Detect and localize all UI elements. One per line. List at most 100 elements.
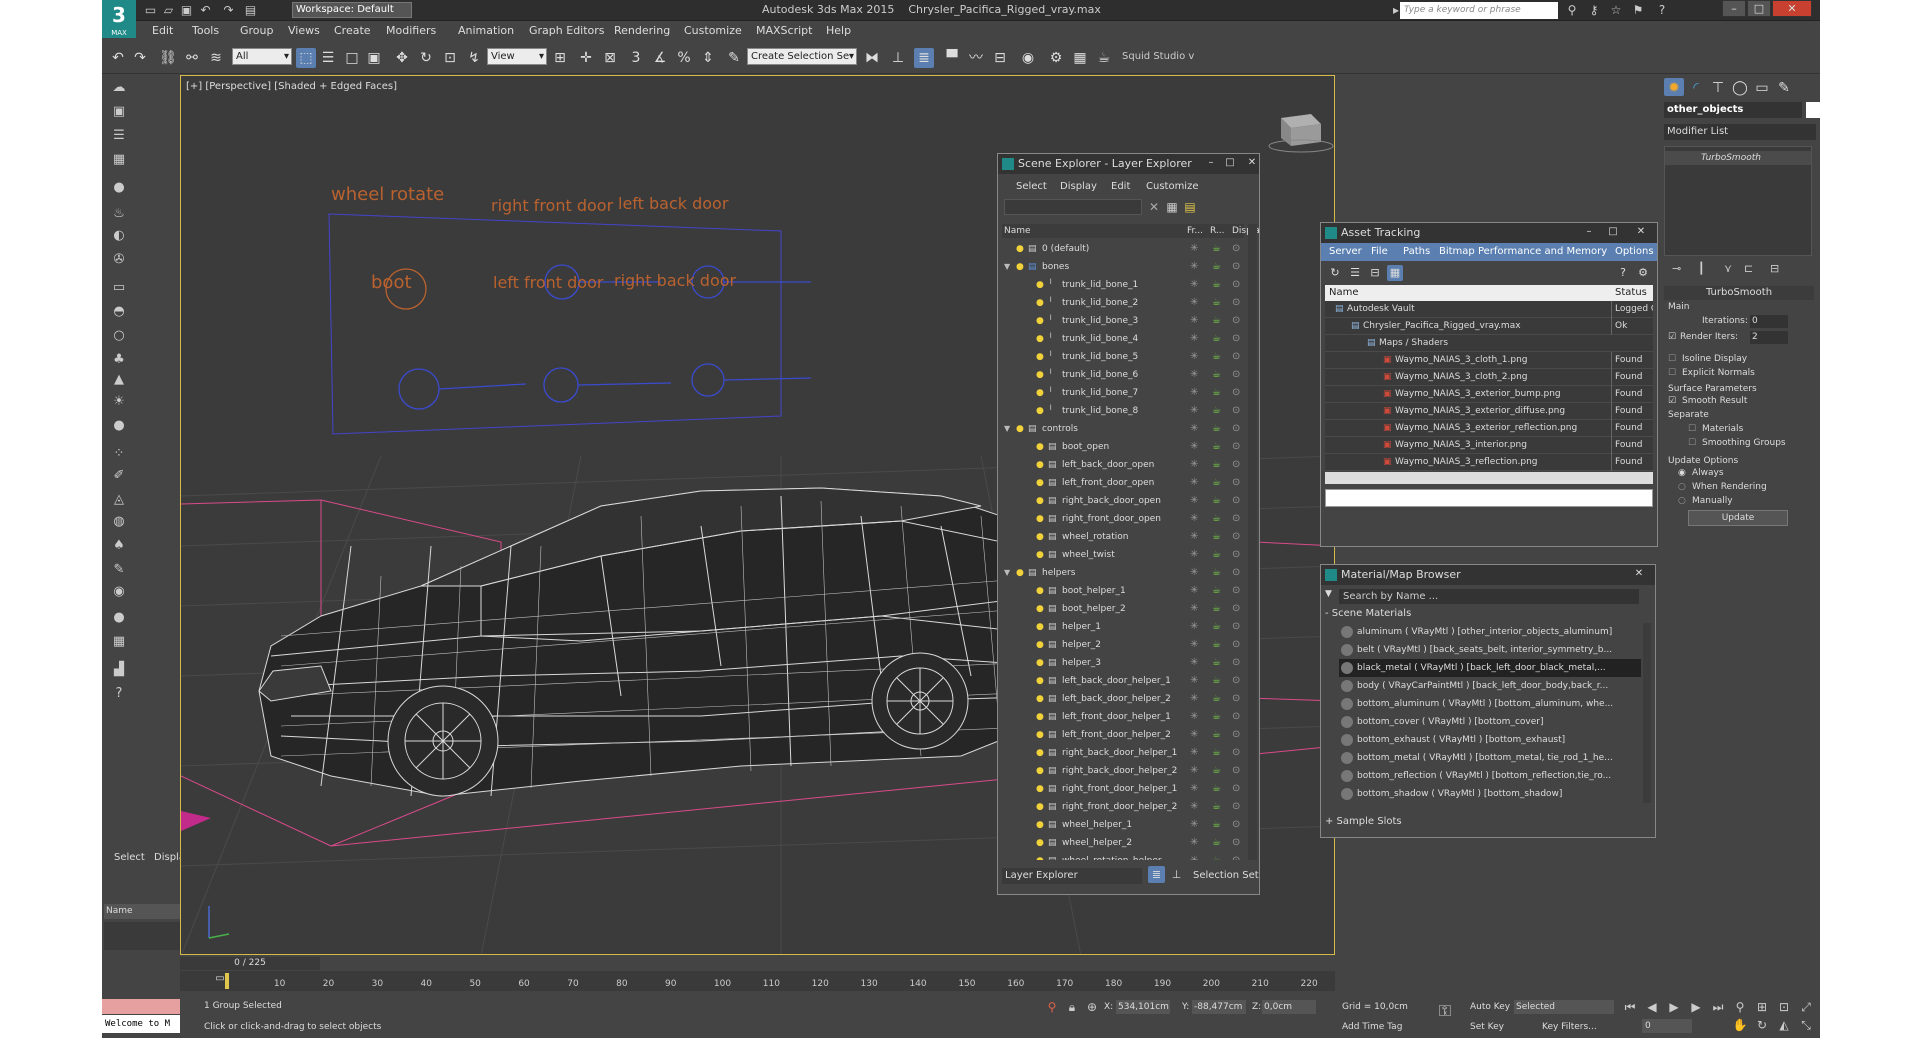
renderable-icon[interactable]: ☕ bbox=[1212, 330, 1221, 348]
display-icon[interactable]: ⊙ bbox=[1232, 240, 1240, 258]
hierarchy-tab-icon[interactable]: ⊤ bbox=[1708, 78, 1728, 96]
object-name-field[interactable]: other_objects bbox=[1664, 102, 1802, 118]
light-bulb-icon[interactable]: ● bbox=[1036, 348, 1044, 366]
maximize-button[interactable]: □ bbox=[1747, 0, 1771, 17]
renderable-icon[interactable]: ☕ bbox=[1212, 582, 1221, 600]
link-icon[interactable]: ⛓ bbox=[158, 48, 178, 68]
save-icon[interactable]: ▣ bbox=[178, 2, 195, 18]
freeze-icon[interactable]: ✳ bbox=[1190, 636, 1198, 654]
display-icon[interactable]: ⊙ bbox=[1232, 366, 1240, 384]
at-row[interactable]: ▣ Waymo_NAIAS_3_exterior_bump.png Found bbox=[1325, 386, 1653, 403]
menu-group[interactable]: Group bbox=[240, 24, 274, 37]
display-icon[interactable]: ⊙ bbox=[1232, 384, 1240, 402]
display-icon[interactable]: ⊙ bbox=[1232, 852, 1240, 860]
se-search-input[interactable] bbox=[1004, 199, 1142, 215]
freeze-icon[interactable]: ✳ bbox=[1190, 798, 1198, 816]
se-row[interactable]: ● ╵ trunk_lid_bone_6 ✳ ☕ ⊙ bbox=[1002, 366, 1244, 384]
track-bar[interactable]: 10 20 30 40 50 60 70 80 90 100 110 120 130 140 150 160 1… bbox=[180, 971, 1335, 991]
light-bulb-icon[interactable]: ● bbox=[1036, 276, 1044, 294]
freeze-icon[interactable]: ✳ bbox=[1190, 780, 1198, 798]
material-item[interactable]: belt ( VRayMtl ) [back_seats_belt, inter… bbox=[1339, 641, 1641, 659]
display-icon[interactable]: ⊙ bbox=[1232, 780, 1240, 798]
light-bulb-icon[interactable]: ● bbox=[1016, 258, 1024, 276]
renderable-icon[interactable]: ☕ bbox=[1212, 726, 1221, 744]
cone-icon[interactable]: ▲ bbox=[108, 370, 130, 390]
when-rendering-radio[interactable]: ○ bbox=[1678, 482, 1686, 492]
snaps-toggle-icon[interactable]: 3 bbox=[626, 48, 646, 68]
material-editor-icon[interactable]: ◉ bbox=[1018, 48, 1038, 68]
light-bulb-icon[interactable]: ● bbox=[1036, 366, 1044, 384]
lock-icon[interactable]: 🔒︎ bbox=[1064, 999, 1080, 1015]
renderable-icon[interactable]: ☕ bbox=[1212, 636, 1221, 654]
display-icon[interactable]: ⊙ bbox=[1232, 690, 1240, 708]
renderable-icon[interactable]: ☕ bbox=[1212, 798, 1221, 816]
freeze-icon[interactable]: ✳ bbox=[1190, 384, 1198, 402]
light-bulb-icon[interactable]: ● bbox=[1036, 510, 1044, 528]
col-name[interactable]: Name bbox=[1004, 224, 1031, 238]
display-icon[interactable]: ⊙ bbox=[1232, 402, 1240, 420]
welcome-field[interactable]: Welcome to M bbox=[102, 1015, 180, 1033]
light-bulb-icon[interactable]: ● bbox=[1016, 564, 1024, 582]
motion-tab-icon[interactable]: ◯ bbox=[1730, 78, 1750, 96]
se-row[interactable]: ● ▤ right_front_door_open ✳ ☕ ⊙ bbox=[1002, 510, 1244, 528]
display-icon[interactable]: ⊙ bbox=[1232, 330, 1240, 348]
teapot-icon[interactable]: ♨ bbox=[108, 204, 130, 224]
utilities-tab-icon[interactable]: ✎ bbox=[1774, 78, 1794, 96]
menu-graph-editors[interactable]: Graph Editors bbox=[529, 24, 605, 37]
at-row[interactable]: ▣ Waymo_NAIAS_3_reflection.png Found bbox=[1325, 454, 1653, 471]
freeze-icon[interactable]: ✳ bbox=[1190, 708, 1198, 726]
modifier-stack[interactable]: TurboSmooth bbox=[1664, 146, 1812, 256]
minimize-button[interactable]: – bbox=[1203, 156, 1219, 171]
freeze-icon[interactable]: ✳ bbox=[1190, 438, 1198, 456]
next-frame-icon[interactable]: ▶ bbox=[1688, 999, 1704, 1015]
manually-radio[interactable]: ○ bbox=[1678, 496, 1686, 506]
modify-tab-icon[interactable]: ◜ bbox=[1686, 78, 1706, 96]
exchange-icon[interactable]: ⚑ bbox=[1630, 2, 1646, 18]
light-bulb-icon[interactable]: ● bbox=[1036, 546, 1044, 564]
freeze-icon[interactable]: ✳ bbox=[1190, 474, 1198, 492]
freeze-icon[interactable]: ✳ bbox=[1190, 852, 1198, 860]
mb-scrollbar[interactable] bbox=[1643, 623, 1651, 803]
light-bulb-icon[interactable]: ● bbox=[108, 178, 130, 198]
freeze-icon[interactable]: ✳ bbox=[1190, 402, 1198, 420]
se-row[interactable]: ● ▤ wheel_helper_1 ✳ ☕ ⊙ bbox=[1002, 816, 1244, 834]
material-item[interactable]: bottom_shadow ( VRayMtl ) [bottom_shadow… bbox=[1339, 785, 1641, 803]
y-coordinate-field[interactable]: -88,477cm bbox=[1192, 1000, 1246, 1014]
display-icon[interactable]: ⊙ bbox=[1232, 312, 1240, 330]
add-time-tag[interactable]: Add Time Tag bbox=[1342, 1022, 1402, 1032]
display-icon[interactable]: ⊙ bbox=[1232, 600, 1240, 618]
renderable-icon[interactable]: ☕ bbox=[1212, 438, 1221, 456]
menu-views[interactable]: Views bbox=[288, 24, 320, 37]
freeze-icon[interactable]: ✳ bbox=[1190, 600, 1198, 618]
mini-name-header[interactable]: Name bbox=[104, 904, 180, 919]
menu-rendering[interactable]: Rendering bbox=[614, 24, 670, 37]
renderable-icon[interactable]: ☕ bbox=[1212, 816, 1221, 834]
se-row[interactable]: ● ▤ boot_helper_2 ✳ ☕ ⊙ bbox=[1002, 600, 1244, 618]
at-row[interactable]: ▣ Waymo_NAIAS_3_exterior_diffuse.png Found bbox=[1325, 403, 1653, 420]
absolute-mode-icon[interactable]: ⊕ bbox=[1084, 999, 1100, 1015]
se-row[interactable]: ● ▤ right_back_door_helper_1 ✳ ☕ ⊙ bbox=[1002, 744, 1244, 762]
light-bulb-icon[interactable]: ● bbox=[1036, 816, 1044, 834]
se-row[interactable]: ● ▤ left_front_door_helper_1 ✳ ☕ ⊙ bbox=[1002, 708, 1244, 726]
freeze-icon[interactable]: ✳ bbox=[1190, 420, 1198, 438]
maximize-button[interactable]: □ bbox=[1605, 225, 1621, 240]
se-row[interactable]: ● ╵ trunk_lid_bone_5 ✳ ☕ ⊙ bbox=[1002, 348, 1244, 366]
material-item[interactable]: aluminum ( VRayMtl ) [other_interior_obj… bbox=[1339, 623, 1641, 641]
mirror-icon[interactable]: ⧓ bbox=[862, 48, 882, 68]
se-menu-customize[interactable]: Customize bbox=[1146, 181, 1199, 192]
menu-edit[interactable]: Edit bbox=[152, 24, 173, 37]
configure-icon[interactable]: ⊟ bbox=[1770, 262, 1779, 275]
paint-icon[interactable]: ✐ bbox=[108, 466, 130, 486]
leaf-icon[interactable]: ♠ bbox=[108, 536, 130, 556]
renderable-icon[interactable]: ☕ bbox=[1212, 708, 1221, 726]
freeze-icon[interactable]: ✳ bbox=[1190, 366, 1198, 384]
squid-studio-label[interactable]: Squid Studio v bbox=[1122, 51, 1194, 62]
display-icon[interactable]: ⊙ bbox=[1232, 492, 1240, 510]
mini-list[interactable] bbox=[104, 922, 180, 950]
display-icon[interactable]: ⊙ bbox=[1232, 726, 1240, 744]
dome-icon[interactable]: ◓ bbox=[108, 302, 130, 322]
renderable-icon[interactable]: ☕ bbox=[1212, 690, 1221, 708]
maximize-viewport-icon[interactable]: ⤢ bbox=[1798, 999, 1814, 1015]
light-bulb-icon[interactable]: ● bbox=[1036, 456, 1044, 474]
zoom-all-icon[interactable]: ⊞ bbox=[1754, 999, 1770, 1015]
